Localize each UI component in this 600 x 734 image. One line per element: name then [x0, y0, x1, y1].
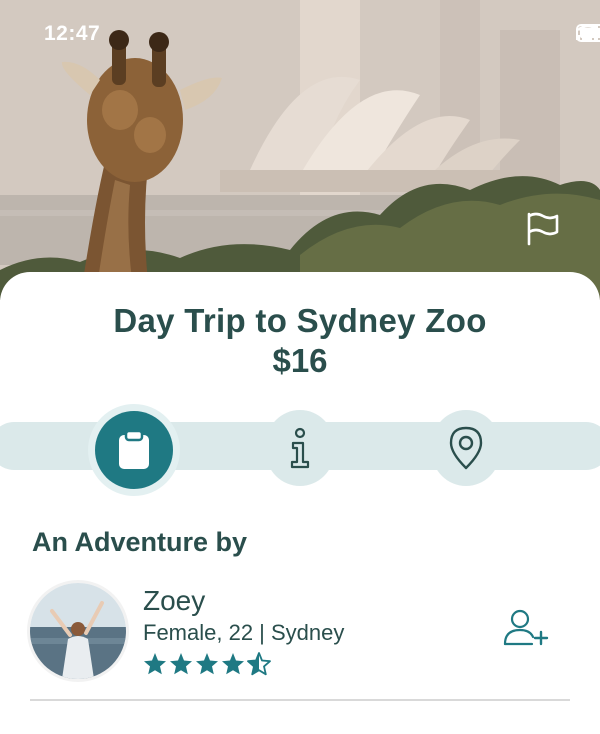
host-rating	[143, 652, 271, 676]
status-bar: 12:47	[0, 0, 600, 70]
divider	[30, 699, 570, 701]
star-half-icon	[247, 652, 271, 676]
host-avatar[interactable]	[30, 583, 126, 679]
report-flag-button[interactable]	[524, 210, 562, 248]
screen: 12:47 Day Trip to Sydney Zoo $16 An Adve…	[0, 0, 600, 734]
hero-image: 12:47	[0, 0, 600, 300]
star-full-icon	[170, 653, 192, 675]
host-meta: Female, 22 | Sydney	[143, 620, 345, 645]
tab-location[interactable]	[432, 410, 500, 486]
host-avatar-photo	[30, 583, 126, 679]
tab-details[interactable]	[88, 404, 180, 496]
trip-title: Day Trip to Sydney Zoo	[113, 302, 487, 339]
trip-price: $16	[272, 342, 328, 379]
flag-icon	[527, 212, 559, 246]
star-full-icon	[144, 653, 166, 675]
clipboard-icon	[119, 430, 149, 469]
star-full-icon	[222, 653, 244, 675]
tab-info[interactable]	[266, 410, 334, 486]
location-pin-icon	[449, 426, 483, 470]
add-user-icon	[503, 609, 549, 646]
battery-icon	[576, 24, 600, 42]
add-friend-button[interactable]	[502, 608, 552, 648]
star-full-icon	[196, 653, 218, 675]
section-heading-host: An Adventure by	[32, 527, 248, 557]
info-icon	[290, 427, 310, 469]
host-name[interactable]: Zoey	[143, 585, 205, 617]
status-time: 12:47	[44, 22, 101, 45]
